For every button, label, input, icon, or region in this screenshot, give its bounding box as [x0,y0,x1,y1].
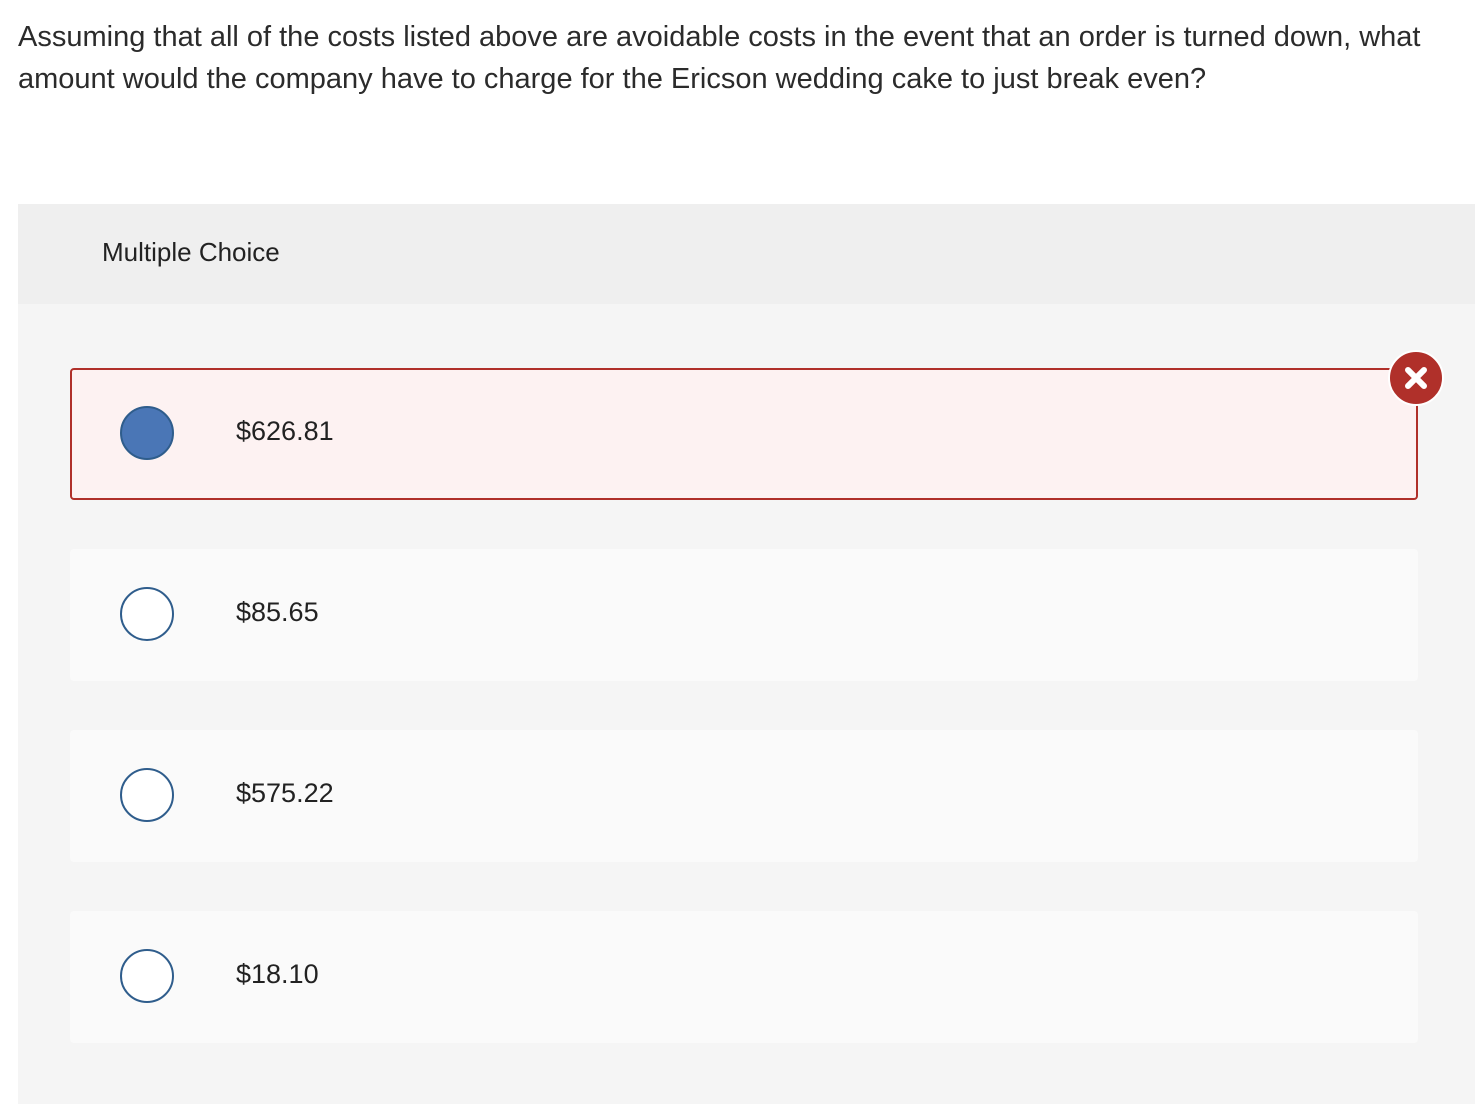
question-text: Assuming that all of the costs listed ab… [18,21,1421,95]
answer-option-2[interactable]: $85.65 [70,549,1418,681]
answer-option-label: $626.81 [236,416,334,446]
multiple-choice-label: Multiple Choice [102,237,280,267]
answer-option-label: $85.65 [236,597,319,627]
radio-button-selected[interactable] [120,406,174,460]
incorrect-badge [1388,350,1444,406]
radio-button[interactable] [120,768,174,822]
answer-option-1[interactable]: $626.81 [70,368,1418,500]
radio-button[interactable] [120,587,174,641]
multiple-choice-header: Multiple Choice [18,204,1475,304]
answer-option-label: $575.22 [236,778,334,808]
radio-button[interactable] [120,949,174,1003]
answer-option-3[interactable]: $575.22 [70,730,1418,862]
answer-option-label: $18.10 [236,959,319,989]
close-icon [1405,367,1427,389]
answer-option-4[interactable]: $18.10 [70,911,1418,1043]
